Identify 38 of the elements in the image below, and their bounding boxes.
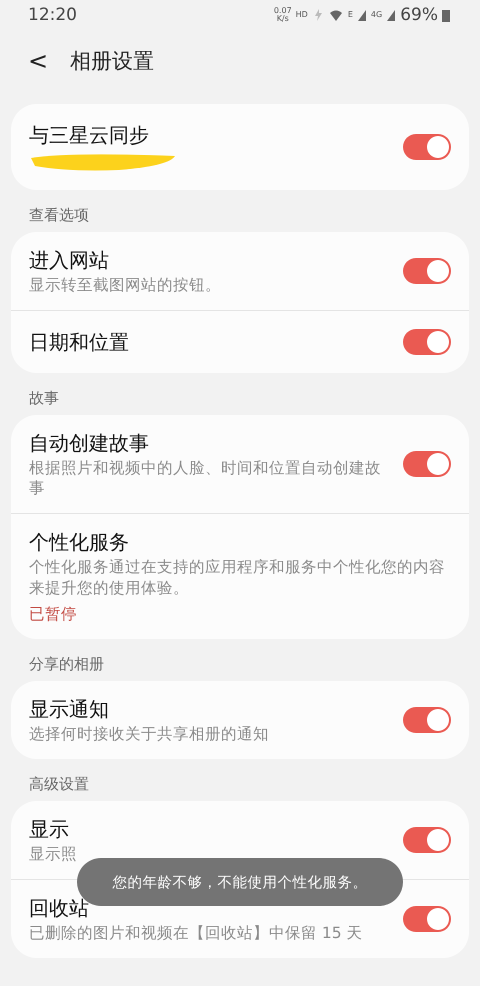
signal-icon (386, 8, 396, 22)
toggle-switch[interactable] (403, 906, 451, 932)
setting-title[interactable]: 自动创建故事 (29, 430, 149, 456)
toggle-switch[interactable] (403, 329, 451, 356)
signal-icon (356, 8, 367, 22)
setting-title[interactable]: 进入网站 (29, 247, 109, 273)
setting-description: 个性化服务通过在支持的应用程序和服务中个性化您的内容来提升您的使用体验。 (29, 557, 446, 598)
setting-title[interactable]: 显示通知 (29, 696, 109, 722)
battery-level: 69% (400, 5, 438, 25)
status-label: 已暂停 (29, 604, 77, 624)
wifi-icon (328, 8, 344, 22)
network-speed: 0.07 (274, 7, 292, 15)
setting-title[interactable]: 日期和位置 (29, 329, 129, 356)
battery-icon (442, 8, 450, 22)
page-title: 相册设置 (70, 48, 154, 75)
setting-description: 显示照 (29, 844, 77, 864)
toggle-switch[interactable] (403, 451, 451, 478)
network-type: E (348, 11, 353, 19)
setting-description: 根据照片和视频中的人脸、时间和位置自动创建故事 (29, 458, 382, 498)
setting-title[interactable]: 与三星云同步 (29, 122, 149, 148)
section-heading: 高级设置 (28, 774, 90, 795)
setting-description: 选择何时接收关于共享相册的通知 (29, 724, 269, 744)
toggle-switch[interactable] (403, 134, 451, 160)
setting-title[interactable]: 个性化服务 (29, 529, 129, 556)
setting-title[interactable]: 显示 (29, 816, 69, 842)
network-type: 4G (370, 11, 382, 19)
hd-label: HD (296, 11, 308, 19)
status-time: 12:20 (28, 5, 77, 25)
speed-unit: K/s (276, 15, 289, 23)
setting-description: 显示转至截图网站的按钮。 (29, 275, 221, 296)
toggle-switch[interactable] (403, 826, 451, 853)
toggle-switch[interactable] (403, 258, 451, 284)
section-heading: 故事 (28, 388, 60, 410)
section-heading: 查看选项 (28, 205, 90, 226)
toggle-switch[interactable] (403, 706, 451, 733)
setting-description: 已删除的图片和视频在【回收站】中保留 15 天 (29, 922, 363, 944)
back-button[interactable]: < (28, 47, 48, 75)
section-heading: 分享的相册 (28, 654, 105, 675)
